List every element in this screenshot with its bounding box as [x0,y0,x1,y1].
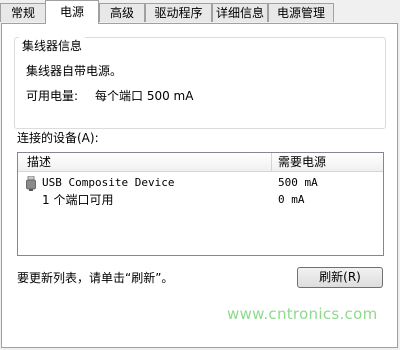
watermark: www.cntronics.com [227,305,378,323]
available-power-value: 每个端口 500 mA [95,89,194,103]
device-power: 0 mA [278,193,305,206]
tab-power[interactable]: 电源 [45,0,99,24]
column-divider[interactable] [271,153,272,171]
column-description[interactable]: 描述 [27,154,51,170]
tab-strip: 常规 电源 高级 驱动程序 详细信息 电源管理 [0,0,400,24]
refresh-button[interactable]: 刷新(R) [297,267,383,288]
usb-plug-icon [26,175,36,191]
tab-driver[interactable]: 驱动程序 [145,3,212,22]
refresh-hint: 要更新列表，请单击“刷新”。 [17,271,174,285]
connected-devices-label: 连接的设备(A): [17,131,99,145]
device-power: 500 mA [278,176,318,189]
list-item[interactable]: USB Composite Device 500 mA [18,175,383,191]
connected-devices-list[interactable]: 描述 需要电源 USB Composite Device 500 mA 1 个端… [17,152,384,256]
tab-power-management[interactable]: 电源管理 [268,3,334,22]
list-item[interactable]: 1 个端口可用 0 mA [18,192,383,208]
hub-info-title: 集线器信息 [19,37,86,54]
tab-advanced[interactable]: 高级 [99,3,145,22]
tab-general[interactable]: 常规 [0,3,46,22]
device-description: USB Composite Device [42,176,175,189]
power-tab-panel: 集线器信息 集线器自带电源。 可用电量: 每个端口 500 mA 连接的设备(A… [1,23,398,348]
available-power-label: 可用电量: [26,89,79,103]
hub-info-group: 集线器信息 集线器自带电源。 可用电量: 每个端口 500 mA [14,37,386,129]
column-power-required[interactable]: 需要电源 [278,154,326,170]
tab-details[interactable]: 详细信息 [212,3,268,22]
self-powered-text: 集线器自带电源。 [26,64,123,78]
list-header: 描述 需要电源 [18,153,383,172]
device-description: 1 个端口可用 [42,193,114,207]
